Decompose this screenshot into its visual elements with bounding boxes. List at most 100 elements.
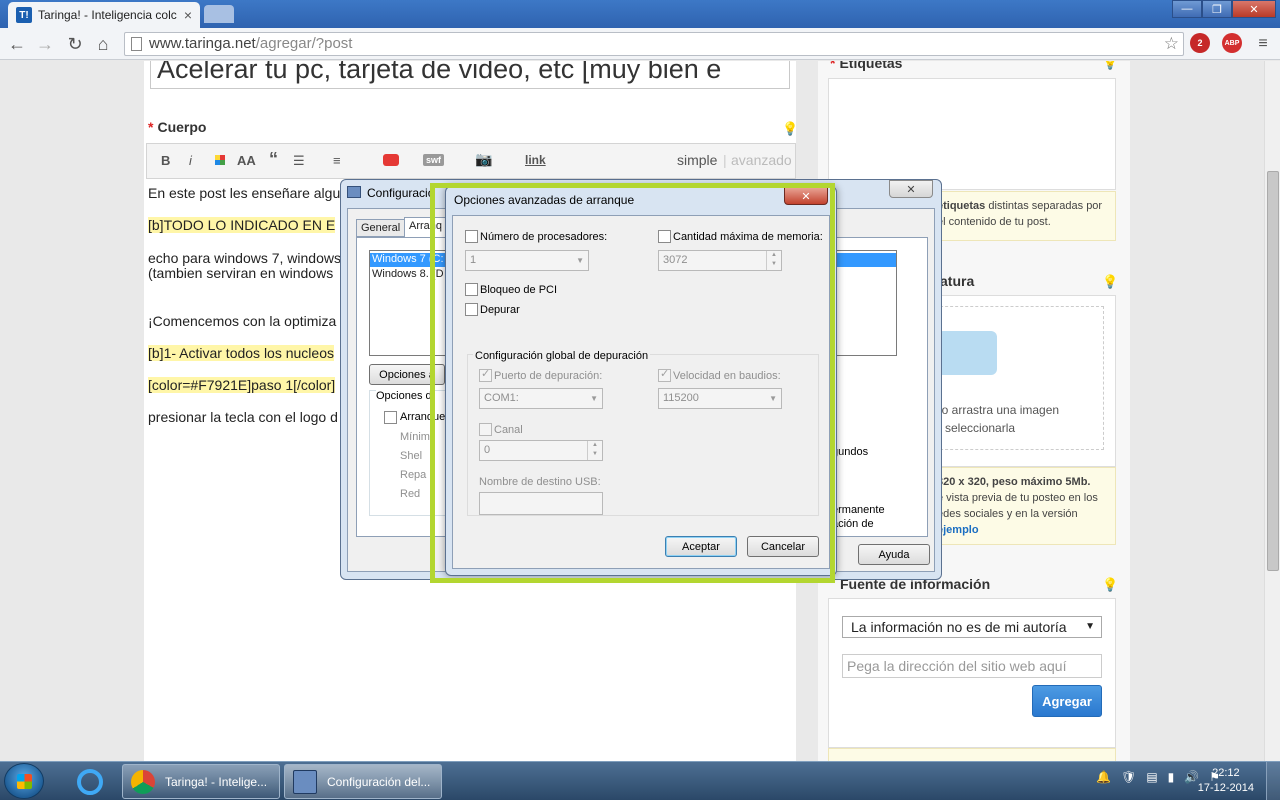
debug-checkbox[interactable] <box>465 303 478 316</box>
swf-button[interactable]: swf <box>423 154 445 166</box>
advanced-mode-link[interactable]: avanzado <box>731 152 792 168</box>
msconfig-close-icon[interactable]: ✕ <box>889 180 933 198</box>
bookmark-star-icon[interactable]: ☆ <box>1164 33 1179 55</box>
youtube-icon[interactable] <box>383 154 399 166</box>
debug-port-select[interactable]: COM1: ▼ <box>479 388 603 409</box>
tip-bulb-icon[interactable]: 💡 <box>1102 577 1118 593</box>
tab-arranque[interactable]: Arranq <box>404 217 448 237</box>
channel-checkbox[interactable] <box>479 423 492 436</box>
quote-button[interactable]: “ <box>269 149 278 170</box>
max-memory-input[interactable]: 3072 ▲ ▼ <box>658 250 782 271</box>
reload-icon[interactable]: ↻ <box>64 33 86 55</box>
notification-icon[interactable]: 🔔 <box>1096 770 1111 784</box>
camera-icon[interactable]: 📷 <box>475 151 492 168</box>
image-dropzone[interactable]: í o arrastra una imagen a seleccionarla <box>930 306 1104 450</box>
pci-lock-checkbox[interactable] <box>465 283 478 296</box>
editor-toolbar: B i AA “ ☰ ≡ swf 📷 link simple | avanzad… <box>146 143 796 179</box>
page-scrollbar[interactable] <box>1264 61 1280 761</box>
post-title-input[interactable]: Acelerar tu pc, tarjeta de video, etc [m… <box>150 61 790 89</box>
adblock-plus-icon[interactable]: ABP <box>1222 33 1242 53</box>
os-list-item[interactable]: Windows 8. (D <box>372 268 444 280</box>
tab-taringa[interactable]: T! Taringa! - Inteligencia colc × <box>8 2 200 28</box>
tab-general[interactable]: General <box>356 219 406 237</box>
start-button[interactable] <box>4 763 44 799</box>
radio-minimal[interactable]: Mínim <box>400 431 430 443</box>
editor-line: presionar la tecla con el logo d <box>148 409 338 425</box>
num-processors-checkbox[interactable] <box>465 230 478 243</box>
maximize-icon[interactable]: ❐ <box>1202 0 1232 18</box>
italic-button[interactable]: i <box>189 153 192 168</box>
num-processors-select[interactable]: 1 ▼ <box>465 250 589 271</box>
channel-value: 0 <box>484 444 491 456</box>
thumbnail-note: 320 x 320, peso máximo 5Mb. e vista prev… <box>930 467 1116 545</box>
safe-boot-checkbox[interactable] <box>384 411 397 424</box>
msconfig-icon <box>293 769 317 794</box>
max-memory-value: 3072 <box>663 254 688 266</box>
taskbar-item-msconfig[interactable]: Configuración del... <box>284 764 442 799</box>
align-icon[interactable]: ≡ <box>333 153 341 168</box>
upload-line-1: í o arrastra una imagen <box>935 403 1060 417</box>
home-icon[interactable]: ⌂ <box>92 33 114 55</box>
help-button[interactable]: Ayuda <box>858 544 930 565</box>
debug-group-label: Configuración global de depuración <box>473 350 651 362</box>
spinner-arrows-icon[interactable]: ▲ ▼ <box>766 251 781 270</box>
close-window-icon[interactable]: ✕ <box>1232 0 1276 18</box>
fuente-select[interactable]: La información no es de mi autoría ▼ <box>842 616 1102 638</box>
internet-explorer-icon[interactable] <box>64 765 116 798</box>
max-memory-label: Cantidad máxima de memoria: <box>673 231 823 243</box>
taringa-favicon-icon: T! <box>16 7 32 23</box>
signal-icon[interactable]: ▮ <box>1168 770 1175 784</box>
advanced-dialog-content: Número de procesadores: 1 ▼ Cantidad máxi… <box>453 216 829 568</box>
safe-boot-label: Arranque <box>400 411 446 423</box>
tip-bulb-icon[interactable]: 💡 <box>1102 274 1118 290</box>
max-memory-checkbox[interactable] <box>658 230 671 243</box>
radio-shell[interactable]: Shel <box>400 450 422 462</box>
timeout-fragment: gundos <box>832 446 869 458</box>
new-tab-button[interactable] <box>204 5 234 23</box>
spinner-arrows-icon[interactable]: ▲ ▼ <box>587 441 602 460</box>
color-icon[interactable] <box>215 155 225 165</box>
device-icon[interactable]: ▤ <box>1146 770 1157 784</box>
extension-red-icon[interactable]: 2 <box>1190 33 1210 53</box>
pci-lock-label: Bloqueo de PCI <box>480 284 558 296</box>
adblock-label: ABP <box>1224 39 1240 47</box>
taskbar-item-label: Configuración del... <box>327 774 431 789</box>
tip-bulb-icon[interactable]: 💡 <box>782 121 798 137</box>
advanced-boot-options-dialog: Opciones avanzadas de arranque ✕ Número … <box>445 186 837 576</box>
show-desktop-button[interactable] <box>1266 762 1280 800</box>
taskbar-item-chrome[interactable]: Taringa! - Intelige... <box>122 764 280 799</box>
font-size-button[interactable]: AA <box>237 153 256 168</box>
forward-icon[interactable]: → <box>34 33 56 55</box>
link-button[interactable]: link <box>525 153 546 167</box>
simple-mode-link[interactable]: simple <box>677 152 717 168</box>
chrome-menu-icon[interactable]: ≡ <box>1252 33 1274 55</box>
etiquetas-input[interactable] <box>828 78 1116 190</box>
source-url-input[interactable]: Pega la dirección del sitio web aquí <box>842 654 1102 678</box>
bold-button[interactable]: B <box>161 153 170 168</box>
advanced-dialog-close-icon[interactable]: ✕ <box>784 187 828 205</box>
baud-rate-checkbox[interactable] <box>658 367 671 382</box>
radio-repair[interactable]: Repa <box>400 469 426 481</box>
accept-button[interactable]: Aceptar <box>665 536 737 557</box>
channel-input[interactable]: 0 ▲ ▼ <box>479 440 603 461</box>
security-icon[interactable]: 🛡 <box>1121 770 1136 784</box>
boot-options-label: Opciones d <box>376 390 432 402</box>
clock-date: 17-12-2014 <box>1197 782 1254 794</box>
scrollbar-thumb[interactable] <box>1267 171 1279 571</box>
list-icon[interactable]: ☰ <box>293 153 305 169</box>
radio-network[interactable]: Red <box>400 488 420 500</box>
cancel-button[interactable]: Cancelar <box>747 536 819 557</box>
tip-bulb-icon[interactable]: 💡 <box>1102 61 1118 71</box>
debug-port-checkbox[interactable] <box>479 367 492 382</box>
num-processors-label: Número de procesadores: <box>480 231 608 243</box>
address-bar[interactable]: www.taringa.net/agregar/?post ☆ <box>124 32 1184 56</box>
thumb-note-4[interactable]: ejemplo <box>937 524 979 536</box>
usb-target-input[interactable] <box>479 492 603 515</box>
back-icon[interactable]: ← <box>6 33 28 55</box>
minimize-icon[interactable]: — <box>1172 0 1202 18</box>
tab-close-icon[interactable]: × <box>184 7 192 23</box>
baud-rate-select[interactable]: 115200 ▼ <box>658 388 782 409</box>
agregar-button[interactable]: Agregar <box>1032 685 1102 717</box>
taskbar-clock[interactable]: 22:12 17-12-2014 <box>1198 766 1254 796</box>
advanced-options-button[interactable]: Opciones a <box>369 364 445 385</box>
